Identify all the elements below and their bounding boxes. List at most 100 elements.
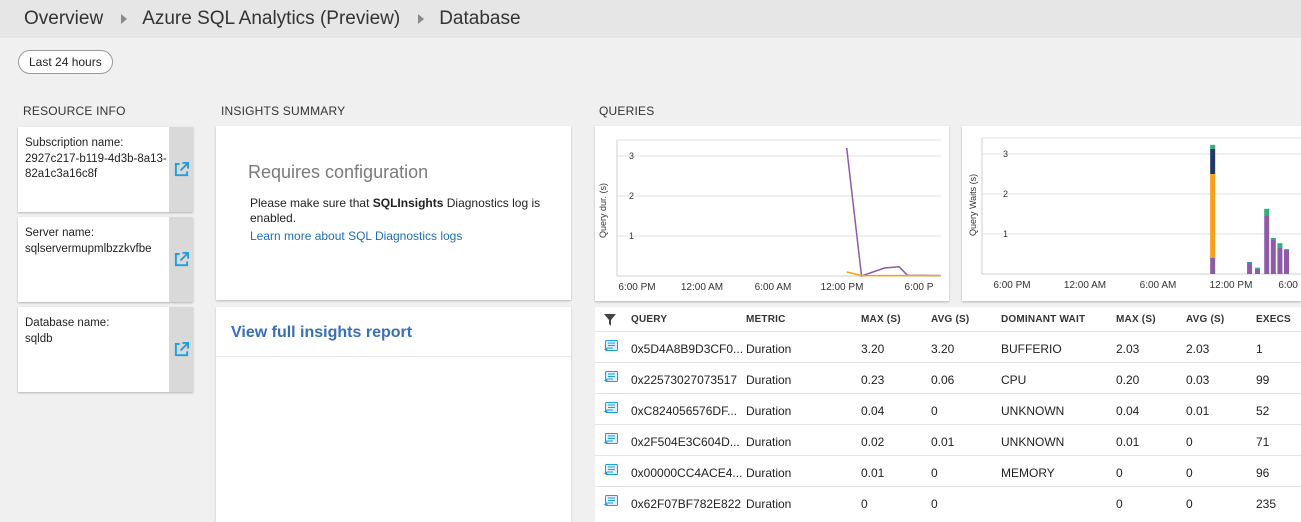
y-tick-label: 1 (629, 231, 634, 241)
open-external-icon[interactable] (174, 162, 189, 177)
query-details-icon[interactable] (603, 371, 619, 386)
resource-info-title: RESOURCE INFO (23, 104, 126, 118)
table-cell: 52 (1256, 404, 1270, 418)
table-cell: 0 (1186, 466, 1193, 480)
query-details-icon[interactable] (603, 495, 619, 510)
open-external-icon[interactable] (174, 252, 189, 267)
table-cell: Duration (746, 466, 792, 480)
y-tick-label: 1 (1003, 229, 1008, 239)
server-label: Server name: (25, 227, 95, 239)
query-waits-chart: 1 2 3 Query Waits (s) 6:00 PM 12:00 AM 6:00 AM… (968, 137, 1301, 291)
x-tick-label: 12:00 AM (1064, 280, 1106, 291)
column-header[interactable]: AVG (S) (931, 314, 969, 325)
table-cell: 0 (1116, 497, 1123, 511)
table-cell: 0.20 (1116, 373, 1140, 387)
query-duration-chart: 1 2 3 Query dur. (s) 6:00 PM 12:00 AM 6:00 AM 1… (598, 139, 942, 293)
table-cell: 2.03 (1186, 342, 1210, 356)
x-tick-label: 6:00 AM (755, 282, 792, 293)
database-value: sqldb (25, 333, 53, 345)
open-external-icon[interactable] (174, 342, 189, 357)
y-tick-label: 3 (629, 151, 634, 161)
column-header[interactable]: METRIC (746, 314, 786, 325)
table-cell: CPU (1001, 373, 1027, 387)
table-cell: 0x5D4A8B9D3CF0... (631, 342, 744, 356)
table-cell: 0x00000CC4ACE4... (631, 466, 743, 480)
bar-segment-green (1277, 243, 1283, 248)
bar-segment-orange (1210, 174, 1216, 258)
table-cell: 0.04 (1116, 404, 1140, 418)
table-cell: 0.06 (931, 373, 955, 387)
column-header[interactable]: DOMINANT WAIT (1001, 314, 1085, 325)
breadcrumb-overview[interactable]: Overview (24, 8, 103, 30)
table-cell: 96 (1256, 466, 1270, 480)
table-row[interactable]: 0xC824056576DF... Duration 0.04 0 UNKNOWN 0.0… (595, 393, 1301, 425)
bar-segment-green (1210, 144, 1216, 149)
bar-segment-purple (1277, 248, 1283, 274)
learn-more-link[interactable]: Learn more about SQL Diagnostics logs (250, 229, 462, 243)
x-tick-label: 6:00 PM (993, 280, 1030, 291)
bar-segment-green (1254, 267, 1260, 269)
breadcrumb-database: Database (439, 8, 521, 29)
table-cell: 0 (1116, 466, 1123, 480)
filter-icon[interactable] (604, 314, 616, 326)
bar-segment-purple (1264, 216, 1270, 274)
server-card: Server name: sqlservermupmlbzzkvfbe (18, 217, 193, 302)
table-cell: 0 (931, 497, 938, 511)
x-tick-label: 6:00 PM (1278, 280, 1301, 291)
insights-summary-title: INSIGHTS SUMMARY (221, 104, 346, 118)
table-row[interactable]: 0x2F504E3C604D... Duration 0.02 0.01 UNKNOWN… (595, 424, 1301, 456)
bar-segment-teal (1247, 262, 1253, 264)
table-cell: 0x2F504E3C604D... (631, 435, 740, 449)
insights-report-card: View full insights report (216, 307, 571, 522)
table-cell: 2.03 (1116, 342, 1140, 356)
column-header[interactable]: EXECS (1256, 314, 1291, 325)
view-full-insights-report-link[interactable]: View full insights report (231, 324, 412, 342)
x-tick-label: 12:00 AM (681, 282, 723, 293)
table-cell: 0 (1186, 497, 1193, 511)
column-header[interactable]: MAX (S) (861, 314, 901, 325)
column-header[interactable]: QUERY (631, 314, 667, 325)
table-row[interactable]: 0x22573027073517 Duration 0.23 0.06 CPU 0.20 0… (595, 362, 1301, 394)
y-axis-label: Query dur. (s) (598, 183, 608, 238)
table-cell: 0 (861, 497, 868, 511)
query-details-icon[interactable] (603, 402, 619, 417)
table-cell: 0.01 (931, 435, 955, 449)
table-cell: Duration (746, 497, 792, 511)
table-row[interactable]: 0x62F07BF782E822 Duration 0 0 0 0 235 (595, 486, 1301, 518)
query-details-icon[interactable] (603, 433, 619, 448)
table-row[interactable]: 0x5D4A8B9D3CF0... Duration 3.20 3.20 BUFFERI… (595, 331, 1301, 363)
insights-summary-card: Requires configuration Please make sure … (216, 126, 571, 300)
table-cell: 0.03 (1186, 373, 1210, 387)
configuration-message: Please make sure that SQLInsights Diagno… (250, 196, 541, 225)
table-cell: 3.20 (861, 342, 885, 356)
chevron-right-icon (418, 14, 425, 24)
table-cell: 0.01 (1186, 404, 1210, 418)
y-tick-label: 2 (1003, 189, 1008, 199)
bar-segment-green (1270, 238, 1276, 240)
table-cell: 0.23 (861, 373, 885, 387)
query-waits-chart-card[interactable]: 1 2 3 Query Waits (s) 6:00 PM 12:00 AM 6:00 AM… (962, 126, 1301, 301)
query-details-icon[interactable] (603, 464, 619, 479)
column-header[interactable]: AVG (S) (1186, 314, 1224, 325)
table-cell: Duration (746, 373, 792, 387)
bar-segment-navy (1210, 148, 1216, 174)
table-row[interactable]: 0x00000CC4ACE4... Duration 0.01 0 MEMORY 0 0 96 (595, 455, 1301, 487)
subscription-label: Subscription name: (25, 137, 124, 149)
time-range-button[interactable]: Last 24 hours (18, 50, 113, 74)
table-cell: 3.20 (931, 342, 955, 356)
query-details-icon[interactable] (603, 340, 619, 355)
table-cell: 0.01 (1116, 435, 1140, 449)
query-duration-chart-card[interactable]: 1 2 3 Query dur. (s) 6:00 PM 12:00 AM 6:00 AM 1… (595, 126, 949, 301)
table-cell: 235 (1256, 497, 1277, 511)
column-header[interactable]: MAX (S) (1116, 314, 1156, 325)
y-tick-label: 2 (629, 191, 634, 201)
breadcrumb-sql-analytics[interactable]: Azure SQL Analytics (Preview) (142, 8, 400, 30)
subscription-value: 2927c217-b119-4d3b-8a13-82a1c3a16c8f (25, 153, 167, 180)
table-cell: 0.01 (861, 466, 885, 480)
table-cell: 0 (1186, 435, 1193, 449)
y-tick-label: 3 (1003, 149, 1008, 159)
table-cell: UNKNOWN (1001, 404, 1065, 418)
table-cell: 0x62F07BF782E822 (631, 497, 742, 511)
x-tick-label: 12:00 PM (821, 282, 864, 293)
table-cell: Duration (746, 404, 792, 418)
